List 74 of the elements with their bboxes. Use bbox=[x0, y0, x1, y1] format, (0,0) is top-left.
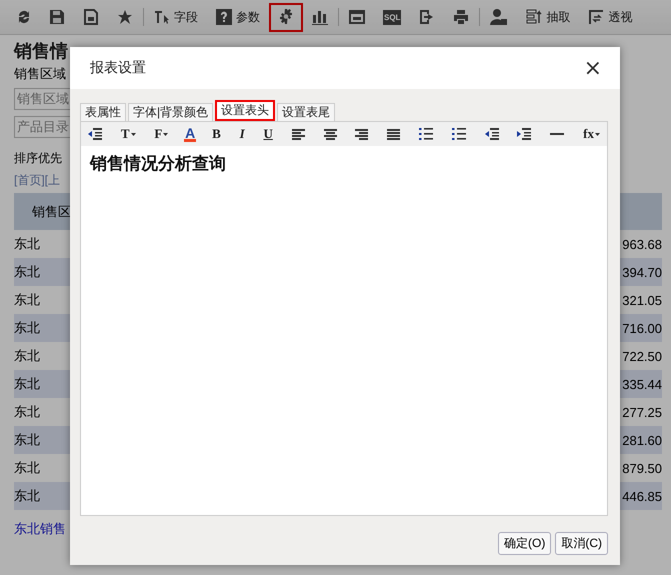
export-icon bbox=[419, 9, 436, 25]
caret-icon bbox=[594, 132, 600, 136]
italic-button[interactable]: I bbox=[236, 124, 248, 144]
extract-icon bbox=[526, 9, 542, 25]
table-cell: 446.85 bbox=[622, 488, 662, 504]
toolbar-button[interactable]: 字段 bbox=[145, 2, 207, 32]
star-icon bbox=[117, 9, 133, 25]
text-cursor-icon bbox=[154, 9, 170, 25]
column-header: 销售区 bbox=[31, 202, 71, 220]
table-cell: 716.00 bbox=[622, 320, 662, 336]
outdent-icon bbox=[88, 128, 102, 140]
table-cell: 东北 bbox=[14, 235, 40, 253]
bullet-list-icon bbox=[452, 128, 466, 140]
outdent-icon bbox=[484, 128, 499, 140]
indent-icon bbox=[517, 128, 532, 140]
table-cell: 335.44 bbox=[622, 376, 662, 392]
report-link[interactable]: 东北销售 bbox=[14, 520, 66, 538]
table-cell: 281.60 bbox=[622, 432, 662, 448]
close-button[interactable]: × bbox=[580, 56, 606, 80]
refresh-icon bbox=[17, 9, 31, 25]
layout-icon bbox=[349, 9, 365, 25]
caret-icon bbox=[130, 132, 136, 136]
report-title: 销售情 bbox=[14, 40, 68, 63]
table-cell: 东北 bbox=[14, 403, 40, 421]
numbered-list-icon bbox=[418, 128, 433, 140]
justify-icon bbox=[387, 128, 400, 140]
table-cell: 东北 bbox=[14, 347, 40, 365]
document-icon bbox=[83, 9, 99, 25]
underline-button[interactable]: U bbox=[260, 124, 276, 144]
tab[interactable]: 设置表头 bbox=[215, 100, 276, 121]
bold-button[interactable]: B bbox=[209, 124, 224, 144]
table-cell: 东北 bbox=[14, 291, 40, 309]
caret-icon bbox=[163, 132, 168, 136]
help-icon bbox=[216, 9, 232, 25]
pivot-icon bbox=[588, 9, 604, 25]
horizontal-rule-icon bbox=[550, 133, 564, 135]
toolbar-button[interactable]: 参数 bbox=[207, 2, 269, 32]
toolbar-button[interactable]: 抽取 bbox=[517, 2, 580, 32]
table-cell: 722.50 bbox=[622, 348, 662, 364]
table-cell: 东北 bbox=[14, 459, 40, 477]
filter-label: 销售区域 bbox=[14, 65, 66, 83]
table-cell: 879.50 bbox=[622, 460, 662, 476]
dialog-button[interactable]: 取消(C) bbox=[555, 532, 608, 555]
save-icon bbox=[49, 9, 65, 25]
tab[interactable]: 表属性 bbox=[80, 103, 126, 121]
settings-icon bbox=[278, 9, 294, 25]
bar-chart-icon bbox=[312, 9, 328, 25]
align-center-icon bbox=[324, 128, 336, 140]
table-cell: 394.70 bbox=[622, 264, 662, 280]
font-color-button[interactable]: A bbox=[184, 126, 196, 142]
tab[interactable]: 设置表尾 bbox=[277, 103, 336, 121]
table-cell: 277.25 bbox=[622, 404, 662, 420]
table-cell: 东北 bbox=[14, 487, 40, 505]
format-button[interactable]: F bbox=[151, 124, 172, 144]
align-right-icon bbox=[355, 128, 368, 140]
sort-label: 排序优先 bbox=[14, 150, 62, 167]
dialog-title: 报表设置 bbox=[90, 59, 146, 77]
table-cell: 东北 bbox=[14, 319, 40, 337]
format-button[interactable]: T bbox=[118, 124, 138, 144]
sql-button[interactable]: SQL bbox=[374, 2, 410, 32]
table-cell: 963.68 bbox=[622, 236, 662, 252]
dialog-button[interactable]: 确定(O) bbox=[498, 532, 552, 555]
table-cell: 东北 bbox=[14, 375, 40, 393]
table-cell: 东北 bbox=[14, 431, 40, 449]
format-button[interactable]: fx bbox=[580, 124, 603, 144]
table-cell: 东北 bbox=[14, 263, 40, 281]
header-text: 销售情况分析查询 bbox=[90, 153, 227, 175]
user-icon bbox=[490, 8, 508, 26]
toolbar-button[interactable]: 透视 bbox=[579, 2, 642, 32]
table-cell: 321.05 bbox=[622, 292, 662, 308]
toolbar-button[interactable] bbox=[269, 2, 303, 32]
print-icon bbox=[453, 9, 470, 25]
tab[interactable]: 字体|背景颜色 bbox=[128, 103, 214, 121]
align-left-icon bbox=[292, 128, 305, 140]
